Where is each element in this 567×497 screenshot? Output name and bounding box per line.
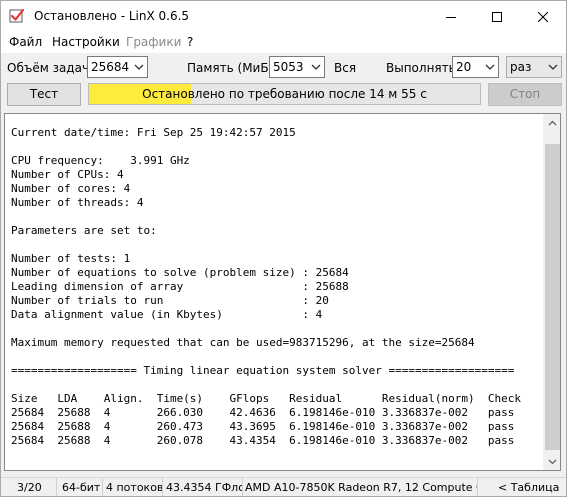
log-output[interactable]: Current date/time: Fri Sep 25 19:42:57 2…: [4, 113, 561, 471]
window-title: Остановлено - LinX 0.6.5: [34, 9, 190, 23]
log-line: Parameters are set to:: [11, 224, 157, 237]
chevron-down-icon: [548, 64, 558, 70]
task-size-value: 25684: [91, 60, 130, 74]
scroll-down-button[interactable]: [544, 453, 561, 470]
scrollbar-thumb[interactable]: [545, 144, 560, 450]
status-bar: 3/20 64-бит 4 потоков 43.4354 ГФлопс AMD…: [1, 477, 566, 496]
log-line: =================== Timing linear equati…: [11, 364, 515, 377]
stop-button[interactable]: Стоп: [488, 83, 562, 106]
status-threads: 4 потоков: [103, 478, 163, 496]
status-bits: 64-бит: [57, 478, 103, 496]
run-count-value: 20: [456, 60, 472, 74]
log-line: Number of trials to run : 20: [11, 294, 329, 307]
menu-graphs[interactable]: Графики: [126, 35, 181, 49]
log-line: 25684 25688 4 260.078 43.4354 6.198146e-…: [11, 434, 515, 447]
minimize-button[interactable]: [428, 1, 474, 32]
progress-bar: Остановлено по требованию после 14 м 55 …: [88, 83, 481, 105]
chevron-down-icon: [485, 64, 495, 70]
menu-help[interactable]: ?: [187, 35, 193, 49]
memory-value: 5053: [273, 60, 304, 74]
status-progress: 3/20: [1, 478, 57, 496]
log-line: 25684 25688 4 260.473 43.3695 6.198146e-…: [11, 420, 515, 433]
log-line: Number of CPUs: 4: [11, 168, 124, 181]
log-line: Data alignment value (in Kbytes) : 4: [11, 308, 323, 321]
log-line: Size LDA Align. Time(s) GFlops Residual …: [11, 392, 521, 405]
close-button[interactable]: [520, 1, 566, 32]
status-cpu: AMD A10-7850K Radeon R7, 12 Compute Core…: [243, 478, 478, 496]
run-label: Выполнять:: [386, 61, 460, 75]
linx-window: Остановлено - LinX 0.6.5 Файл Настройки …: [0, 0, 567, 497]
close-icon: [538, 11, 548, 22]
memory-label: Память (МиБ):: [187, 61, 278, 75]
vertical-scrollbar[interactable]: [543, 114, 560, 470]
menu-file[interactable]: Файл: [9, 35, 42, 49]
run-unit-value: раз: [510, 60, 532, 74]
minimize-icon: [446, 16, 456, 18]
chevron-up-icon: [548, 120, 557, 125]
task-size-combo[interactable]: 25684: [87, 56, 148, 78]
chevron-down-icon: [311, 64, 321, 70]
memory-all-label[interactable]: Вся: [334, 61, 356, 75]
memory-combo[interactable]: 5053: [269, 56, 325, 78]
chevron-down-icon: [548, 459, 557, 464]
log-line: Current date/time: Fri Sep 25 19:42:57 2…: [11, 126, 296, 139]
log-line: Number of tests: 1: [11, 252, 131, 265]
maximize-icon: [492, 11, 502, 22]
log-line: Maximum memory requested that can be use…: [11, 336, 475, 349]
run-unit-combo[interactable]: раз: [506, 56, 562, 78]
log-line: Number of threads: 4: [11, 196, 144, 209]
log-line: 25684 25688 4 266.030 42.4636 6.198146e-…: [11, 406, 515, 419]
run-count-combo[interactable]: 20: [452, 56, 499, 78]
progress-text: Остановлено по требованию после 14 м 55 …: [142, 87, 427, 101]
scroll-up-button[interactable]: [544, 114, 561, 131]
log-text: Current date/time: Fri Sep 25 19:42:57 2…: [11, 126, 521, 448]
log-line: CPU frequency: 3.991 GHz: [11, 154, 190, 167]
table-toggle-button[interactable]: < Таблица: [498, 478, 566, 496]
chevron-down-icon: [134, 64, 144, 70]
log-line: Number of cores: 4: [11, 182, 131, 195]
title-bar[interactable]: Остановлено - LinX 0.6.5: [1, 1, 566, 32]
status-gflops: 43.4354 ГФлопс: [163, 478, 243, 496]
app-checkmark-icon: [9, 8, 25, 24]
maximize-button[interactable]: [474, 1, 520, 32]
menu-settings[interactable]: Настройки: [52, 35, 120, 49]
log-line: Number of equations to solve (problem si…: [11, 266, 349, 279]
menu-bar: Файл Настройки Графики ?: [1, 32, 566, 53]
test-button[interactable]: Тест: [7, 83, 81, 106]
log-line: Leading dimension of array : 25688: [11, 280, 349, 293]
